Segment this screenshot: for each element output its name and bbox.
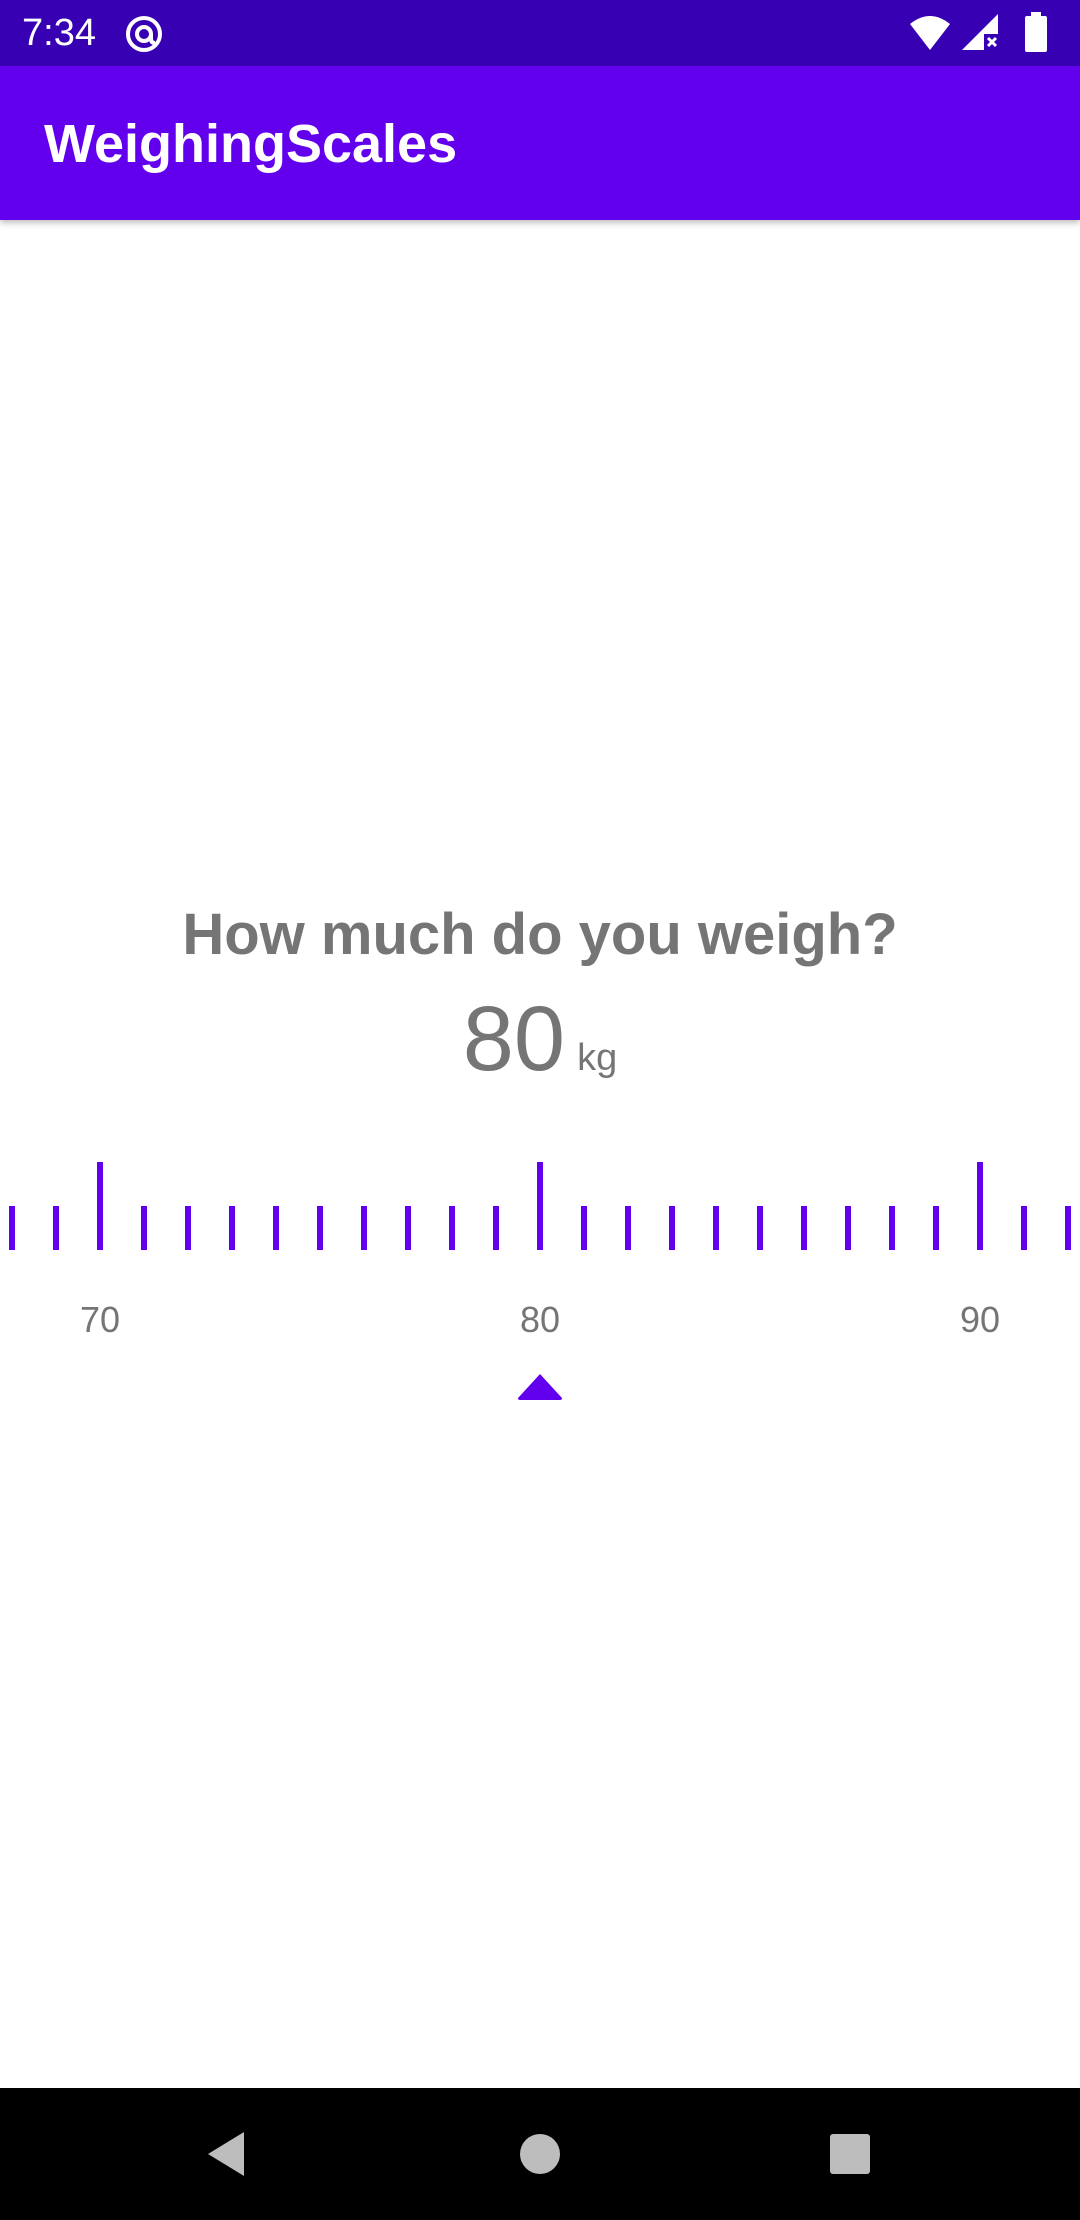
minor-tick — [889, 1206, 895, 1250]
minor-tick — [273, 1206, 279, 1250]
cellular-signal-no-data-icon — [962, 14, 998, 50]
weight-question: How much do you weigh? — [182, 902, 898, 967]
minor-tick — [9, 1206, 15, 1250]
minor-tick — [845, 1206, 851, 1250]
triangle-up-icon — [518, 1374, 562, 1400]
recents-button[interactable] — [780, 2088, 920, 2220]
weight-unit: kg — [577, 1037, 618, 1079]
home-button[interactable] — [470, 2088, 610, 2220]
screen: 7:34 WeighingScales How much do you weig… — [0, 0, 1080, 2220]
tick-label: 90 — [959, 1299, 1001, 1340]
minor-tick — [933, 1206, 939, 1250]
minor-tick — [449, 1206, 455, 1250]
minor-tick — [405, 1206, 411, 1250]
major-tick — [537, 1162, 543, 1250]
back-icon — [208, 2132, 244, 2176]
minor-tick — [317, 1206, 323, 1250]
app-bar: WeighingScales — [0, 66, 1080, 220]
minor-tick — [493, 1206, 499, 1250]
tick-label: 80 — [519, 1299, 561, 1340]
minor-tick — [625, 1206, 631, 1250]
status-time: 7:34 — [22, 12, 96, 54]
minor-tick — [669, 1206, 675, 1250]
minor-tick — [141, 1206, 147, 1250]
major-tick — [97, 1162, 103, 1250]
wifi-icon — [910, 16, 950, 50]
minor-tick — [801, 1206, 807, 1250]
battery-icon — [1025, 12, 1047, 52]
app-title: WeighingScales — [44, 114, 458, 174]
home-icon — [520, 2134, 560, 2174]
minor-tick — [229, 1206, 235, 1250]
minor-tick — [361, 1206, 367, 1250]
minor-tick — [581, 1206, 587, 1250]
navigation-bar — [0, 2088, 1080, 2220]
minor-tick — [713, 1206, 719, 1250]
status-bar: 7:34 — [0, 0, 1080, 66]
minor-tick — [53, 1206, 59, 1250]
at-sign-icon — [126, 16, 162, 52]
minor-tick — [757, 1206, 763, 1250]
recents-icon — [830, 2134, 870, 2174]
back-button[interactable] — [156, 2088, 296, 2220]
weight-display: 80 kg — [0, 984, 1080, 1094]
tick-label: 70 — [79, 1299, 121, 1340]
minor-tick — [185, 1206, 191, 1250]
weight-value: 80 — [462, 988, 566, 1090]
minor-tick — [1065, 1206, 1071, 1250]
minor-tick — [1021, 1206, 1027, 1250]
major-tick — [977, 1162, 983, 1250]
